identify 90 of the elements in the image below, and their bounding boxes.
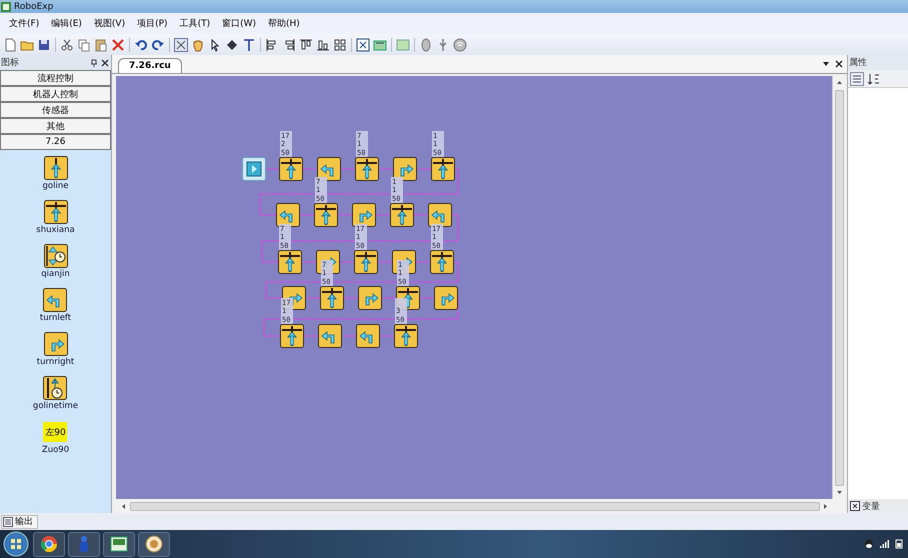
block-label: shuxiana — [36, 225, 75, 235]
scroll-up-icon[interactable] — [836, 79, 842, 86]
crossing-line-block[interactable] — [354, 250, 378, 274]
crossing-line-block[interactable] — [278, 250, 302, 274]
turn-right-block[interactable] — [434, 286, 458, 310]
copy-icon[interactable] — [77, 38, 91, 52]
wireless-icon[interactable] — [453, 38, 467, 52]
text-block[interactable]: 左90 — [43, 422, 68, 442]
crossing-line-block[interactable] — [390, 203, 414, 227]
block-label: turnleft — [40, 313, 72, 323]
start-button-icon[interactable] — [2, 531, 30, 557]
start-block[interactable] — [242, 157, 266, 181]
new-file-icon[interactable] — [3, 38, 17, 52]
text-tool-icon[interactable] — [242, 38, 256, 52]
close-icon[interactable] — [101, 58, 109, 66]
menu-item[interactable]: 工具(T) — [174, 15, 216, 32]
program-icon — [110, 535, 128, 553]
turn-left-block[interactable] — [356, 324, 380, 348]
app-icon — [1, 2, 11, 12]
menu-item[interactable]: 帮助(H) — [263, 15, 305, 32]
window-title: RoboExp — [14, 2, 54, 12]
battery-icon[interactable] — [894, 539, 904, 549]
delete-icon[interactable] — [111, 38, 125, 52]
crossing-line-block[interactable] — [394, 324, 418, 348]
round-emblem-icon — [145, 535, 163, 553]
scroll-down-icon[interactable] — [836, 489, 842, 496]
signal-icon[interactable] — [879, 539, 889, 549]
line-block[interactable] — [44, 156, 68, 180]
sort-icon[interactable] — [867, 72, 881, 86]
crossing-line-block[interactable] — [279, 157, 303, 181]
categorized-icon[interactable] — [850, 72, 864, 86]
line-timer-block[interactable] — [43, 376, 68, 400]
taskbar-button[interactable] — [103, 532, 135, 556]
menu-item[interactable]: 视图(V) — [88, 15, 130, 32]
crossing-line-block[interactable] — [431, 157, 455, 181]
variable-icon[interactable] — [356, 38, 370, 52]
align-top-icon[interactable] — [299, 38, 313, 52]
crossing-line-block[interactable] — [44, 200, 68, 224]
paste-icon[interactable] — [94, 38, 108, 52]
menu-item[interactable]: 项目(P) — [132, 15, 173, 32]
block-label: goline — [42, 181, 68, 191]
category-button[interactable]: 其他 — [0, 118, 111, 134]
turn-left-block[interactable] — [276, 203, 300, 227]
turn-left-block[interactable] — [318, 324, 342, 348]
taskbar-button[interactable] — [138, 532, 170, 556]
crossing-line-block[interactable] — [430, 250, 454, 274]
list-icon — [3, 516, 13, 526]
turn-right-block[interactable] — [358, 286, 382, 310]
document-tab[interactable]: 7.26.rcu — [118, 58, 182, 73]
menu-item[interactable]: 编辑(E) — [46, 15, 87, 32]
panel-title: 图标 — [1, 56, 19, 69]
select-tool-icon[interactable] — [174, 38, 188, 52]
cut-icon[interactable] — [60, 38, 74, 52]
redo-icon[interactable] — [151, 38, 165, 52]
taskbar-button[interactable] — [33, 532, 65, 556]
menu-item[interactable]: 文件(F) — [4, 15, 44, 32]
turn-left-block[interactable] — [428, 203, 452, 227]
block-label: turnright — [36, 357, 74, 367]
timer-block[interactable] — [44, 244, 68, 268]
panel-title: 属性 — [849, 56, 867, 69]
block-label: golinetime — [32, 401, 78, 411]
category-button[interactable]: 机器人控制 — [0, 86, 111, 102]
turn-left-block[interactable] — [43, 288, 68, 312]
variable-icon — [850, 501, 860, 511]
crossing-line-block[interactable] — [280, 324, 304, 348]
crossing-line-block[interactable] — [320, 286, 344, 310]
category-button[interactable]: 7.26 — [0, 134, 111, 150]
category-button[interactable]: 传感器 — [0, 102, 111, 118]
category-button[interactable]: 流程控制 — [0, 70, 111, 86]
crossing-line-block[interactable] — [355, 157, 379, 181]
variables-tab[interactable]: 变量 — [848, 499, 908, 513]
block-label: qianjin — [41, 269, 70, 279]
grid-icon[interactable] — [333, 38, 347, 52]
scroll-left-icon[interactable] — [120, 502, 127, 510]
output-tab[interactable]: 输出 — [1, 514, 38, 528]
scroll-right-icon[interactable] — [822, 502, 829, 510]
save-icon[interactable] — [37, 38, 51, 52]
turn-right-block[interactable] — [352, 203, 376, 227]
pin-icon[interactable] — [90, 58, 98, 66]
block-label: Zuo90 — [42, 445, 70, 455]
vertical-scrollbar[interactable] — [832, 76, 845, 499]
browser-icon — [40, 535, 58, 553]
image-icon[interactable] — [373, 38, 387, 52]
crossing-line-block[interactable] — [314, 203, 338, 227]
menu-item[interactable]: 窗口(W) — [217, 15, 262, 32]
dropdown-icon[interactable] — [822, 60, 830, 68]
turn-right-block[interactable] — [44, 332, 68, 356]
align-bottom-icon[interactable] — [316, 38, 330, 52]
close-icon[interactable] — [835, 60, 843, 68]
undo-icon[interactable] — [134, 38, 148, 52]
